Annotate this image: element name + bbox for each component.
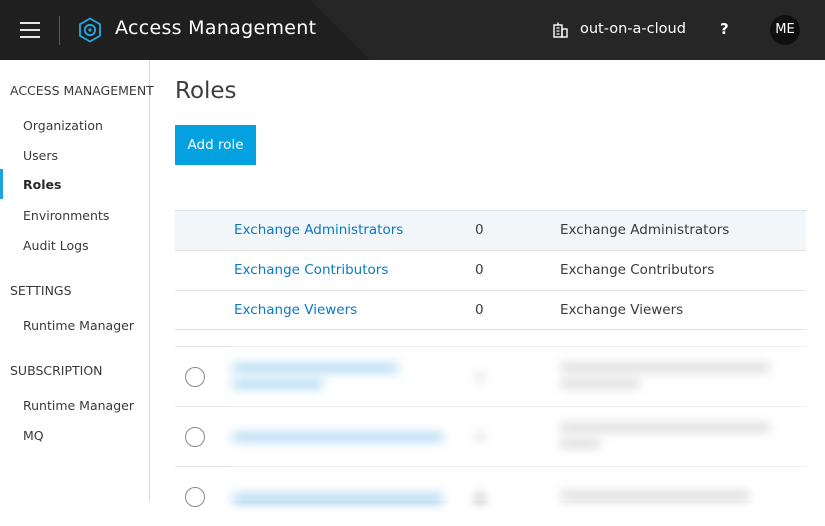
sidebar-item-subscription-runtime-manager[interactable]: Runtime Manager xyxy=(23,398,134,413)
top-navigation-bar: Access Management out-on-a-cloud ? ME xyxy=(0,0,825,60)
role-description: Exchange Contributors xyxy=(560,262,715,278)
table-row[interactable]: Exchange Contributors 0 Exchange Contrib… xyxy=(175,250,806,290)
sidebar-heading-access-management: ACCESS MANAGEMENT xyxy=(10,83,154,98)
table-row[interactable]: Exchange Administrators 0 Exchange Admin… xyxy=(175,210,806,250)
access-management-logo-icon xyxy=(79,17,101,43)
sidebar-item-mq[interactable]: MQ xyxy=(23,428,44,443)
sidebar-heading-settings: SETTINGS xyxy=(10,283,72,298)
user-avatar[interactable]: ME xyxy=(770,15,800,45)
sidebar-item-audit-logs[interactable]: Audit Logs xyxy=(23,238,89,253)
blur-overlay xyxy=(230,346,806,501)
sidebar-item-organization[interactable]: Organization xyxy=(23,118,103,133)
role-user-count: 0 xyxy=(475,302,484,318)
role-user-count: 0 xyxy=(475,222,484,238)
app-title: Access Management xyxy=(115,17,317,39)
sidebar: ACCESS MANAGEMENT Organization Users Rol… xyxy=(0,60,154,501)
active-item-marker xyxy=(0,169,3,199)
sidebar-item-environments[interactable]: Environments xyxy=(23,208,109,223)
blurred-table-rows xyxy=(175,346,806,507)
sidebar-item-settings-runtime-manager[interactable]: Runtime Manager xyxy=(23,318,134,333)
role-name-link[interactable]: Exchange Contributors xyxy=(234,262,388,278)
row-radio-button[interactable] xyxy=(185,427,205,447)
row-radio-button[interactable] xyxy=(185,367,205,387)
role-user-count: 0 xyxy=(475,262,484,278)
hamburger-menu-icon[interactable] xyxy=(20,19,42,41)
row-radio-button[interactable] xyxy=(185,487,205,507)
add-role-button[interactable]: Add role xyxy=(175,125,256,165)
sidebar-heading-subscription: SUBSCRIPTION xyxy=(10,363,103,378)
organization-switcher[interactable]: out-on-a-cloud xyxy=(580,21,686,37)
sidebar-item-users[interactable]: Users xyxy=(23,148,58,163)
role-name-link[interactable]: Exchange Viewers xyxy=(234,302,357,318)
role-description: Exchange Viewers xyxy=(560,302,684,318)
sidebar-item-roles[interactable]: Roles xyxy=(23,177,61,192)
table-row[interactable]: Exchange Viewers 0 Exchange Viewers xyxy=(175,290,806,330)
organization-building-icon xyxy=(553,22,568,38)
page-title: Roles xyxy=(175,78,237,104)
help-icon[interactable]: ? xyxy=(720,20,729,38)
role-name-link[interactable]: Exchange Administrators xyxy=(234,222,403,238)
role-description: Exchange Administrators xyxy=(560,222,730,238)
roles-table: Exchange Administrators 0 Exchange Admin… xyxy=(175,210,806,330)
topbar-divider xyxy=(59,16,60,45)
